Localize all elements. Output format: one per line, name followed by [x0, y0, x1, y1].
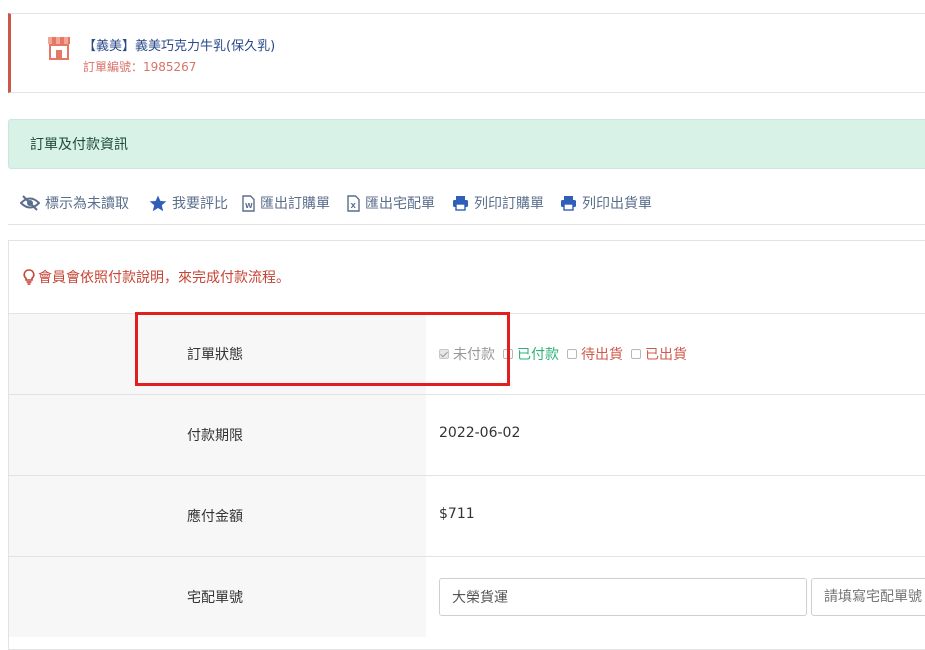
excel-file-icon: X [347, 194, 360, 212]
store-card: 【義美】義美巧克力牛乳(保久乳) 訂單編號：1985267 [8, 13, 925, 93]
print-shipping-button[interactable]: 列印出貨單 [560, 192, 652, 214]
print-shipping-label: 列印出貨單 [582, 196, 652, 212]
status-option-paid[interactable]: 已付款 [503, 344, 559, 364]
printer-icon [561, 196, 576, 211]
section-banner: 訂單及付款資訊 [8, 119, 925, 169]
status-option-pending[interactable]: 待出貨 [567, 344, 623, 364]
payment-deadline-label: 付款期限 [187, 428, 243, 444]
svg-text:X: X [351, 202, 357, 210]
store-icon [48, 37, 70, 60]
order-number: 訂單編號：1985267 [83, 60, 197, 74]
toolbar-divider [8, 224, 925, 225]
order-status-options: 未付款 已付款 待出貨 已出貨 [439, 344, 695, 364]
paid-label: 已付款 [517, 347, 559, 363]
order-status-label: 訂單狀態 [187, 347, 243, 363]
mark-unread-label: 標示為未讀取 [45, 196, 129, 212]
paid-checkbox[interactable] [503, 349, 513, 359]
payment-notice: 會員會依照付款說明，來完成付款流程。 [23, 267, 290, 287]
export-delivery-label: 匯出宅配單 [365, 196, 435, 212]
lightbulb-icon [23, 269, 35, 285]
tracking-number-input[interactable] [811, 578, 925, 616]
section-title: 訂單及付款資訊 [30, 137, 128, 153]
rate-label: 我要評比 [172, 196, 228, 212]
export-order-button[interactable]: W 匯出訂購單 [242, 192, 330, 214]
mark-unread-button[interactable]: 標示為未讀取 [20, 192, 129, 214]
order-info-panel: 會員會依照付款說明，來完成付款流程。 訂單狀態 未付款 已付款 待出貨 已出貨 [8, 240, 925, 650]
amount-due-value: $711 [439, 506, 475, 522]
tracking-number-label: 宅配單號 [187, 590, 243, 606]
amount-due-row: 應付金額 $711 [9, 475, 925, 556]
unpaid-checkbox[interactable] [439, 349, 449, 359]
unpaid-label: 未付款 [453, 347, 495, 363]
print-order-label: 列印訂購單 [474, 196, 544, 212]
shipped-label: 已出貨 [645, 347, 687, 363]
printer-icon [453, 196, 468, 211]
payment-deadline-row: 付款期限 2022-06-02 [9, 394, 925, 475]
amount-due-label: 應付金額 [187, 509, 243, 525]
tracking-number-row: 宅配單號 [9, 556, 925, 637]
payment-deadline-value: 2022-06-02 [439, 425, 521, 441]
word-file-icon: W [242, 194, 255, 212]
carrier-input[interactable] [439, 578, 807, 616]
star-icon [149, 195, 167, 211]
product-title[interactable]: 【義美】義美巧克力牛乳(保久乳) [83, 35, 275, 54]
rate-button[interactable]: 我要評比 [149, 192, 228, 214]
status-option-shipped[interactable]: 已出貨 [631, 344, 687, 364]
svg-text:W: W [245, 202, 253, 210]
order-status-row: 訂單狀態 未付款 已付款 待出貨 已出貨 [9, 313, 925, 394]
pending-label: 待出貨 [581, 347, 623, 363]
status-option-unpaid[interactable]: 未付款 [439, 344, 495, 364]
export-order-label: 匯出訂購單 [260, 196, 330, 212]
notice-text: 會員會依照付款說明，來完成付款流程。 [38, 270, 290, 286]
shipped-checkbox[interactable] [631, 349, 641, 359]
eye-slash-icon [20, 195, 40, 211]
export-delivery-button[interactable]: X 匯出宅配單 [347, 192, 435, 214]
pending-checkbox[interactable] [567, 349, 577, 359]
print-order-button[interactable]: 列印訂購單 [452, 192, 544, 214]
